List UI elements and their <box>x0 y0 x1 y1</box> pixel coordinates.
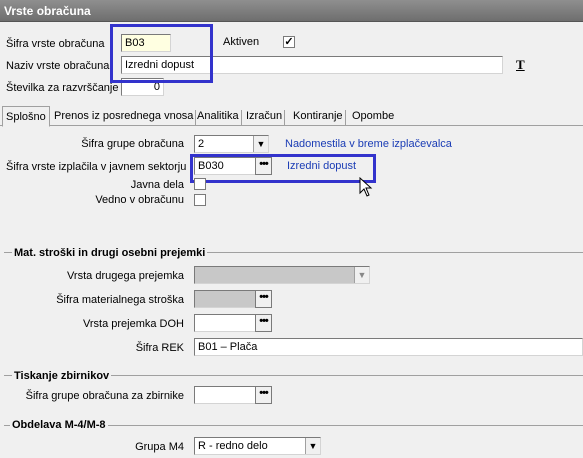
m4-group-select[interactable]: R - redno delo ▼ <box>194 437 321 455</box>
mouse-cursor-icon <box>359 177 373 197</box>
chevron-down-icon[interactable]: ▼ <box>253 136 268 152</box>
doh-label: Vrsta prejemka DOH <box>82 318 184 330</box>
rek-label: Šifra REK <box>135 342 184 354</box>
active-label: Aktiven <box>223 36 260 48</box>
sort-label: Številka za razvrščanje <box>6 82 119 94</box>
highlight-box-public-code <box>190 154 376 183</box>
rek-input[interactable]: B01 – Plača <box>194 338 583 356</box>
tab-kontiranje[interactable]: Kontiranje <box>291 110 346 126</box>
always-checkbox[interactable] <box>194 194 206 206</box>
tab-analitika[interactable]: Analitika <box>195 110 242 126</box>
material-input[interactable] <box>194 290 256 308</box>
tab-splosno[interactable]: Splošno <box>2 106 50 127</box>
material-label: Šifra materialnega stroška <box>56 294 184 306</box>
window-title: Vrste obračuna <box>0 0 583 22</box>
group-select-value: 2 <box>198 138 205 150</box>
group-link[interactable]: Nadomestila v breme izplačevalca <box>285 138 452 150</box>
chevron-down-icon[interactable]: ▼ <box>305 438 320 454</box>
tab-prenos[interactable]: Prenos iz posrednega vnosa <box>52 110 197 126</box>
tab-opombe[interactable]: Opombe <box>350 110 396 126</box>
browse-material-button[interactable]: ••• <box>255 290 272 308</box>
group-select[interactable]: 2 ▼ <box>194 135 269 153</box>
print-section-title: Tiskanje zbirnikov <box>12 370 112 382</box>
m4-group-label: Grupa M4 <box>135 441 184 453</box>
javna-checkbox[interactable] <box>194 178 206 190</box>
costs-section-title: Mat. stroški in drugi osebni prejemki <box>12 247 208 259</box>
print-group-input[interactable] <box>194 386 256 404</box>
m4-group-value: R - redno delo <box>198 440 268 452</box>
highlight-box-code <box>110 24 213 83</box>
group-label: Šifra grupe obračuna <box>81 138 184 150</box>
chevron-down-icon[interactable]: ▼ <box>354 267 369 283</box>
code-label: Šifra vrste obračuna <box>6 38 105 50</box>
name-label: Naziv vrste obračuna <box>6 60 110 72</box>
browse-doh-button[interactable]: ••• <box>255 314 272 332</box>
always-label: Vedno v obračunu <box>95 194 184 206</box>
print-group-label: Šifra grupe obračuna za zbirnike <box>25 390 184 402</box>
public-code-label: Šifra vrste izplačila v javnem sektorju <box>6 161 187 173</box>
font-icon[interactable]: T <box>516 57 525 73</box>
browse-print-group-button[interactable]: ••• <box>255 386 272 404</box>
active-checkbox[interactable]: ✓ <box>283 36 295 48</box>
other-type-label: Vrsta drugega prejemka <box>67 270 184 282</box>
tab-izracun[interactable]: Izračun <box>244 110 286 126</box>
other-type-select[interactable]: ▼ <box>194 266 370 284</box>
doh-input[interactable] <box>194 314 256 332</box>
m4-section-title: Obdelava M-4/M-8 <box>10 419 108 431</box>
javna-label: Javna dela <box>130 179 184 191</box>
